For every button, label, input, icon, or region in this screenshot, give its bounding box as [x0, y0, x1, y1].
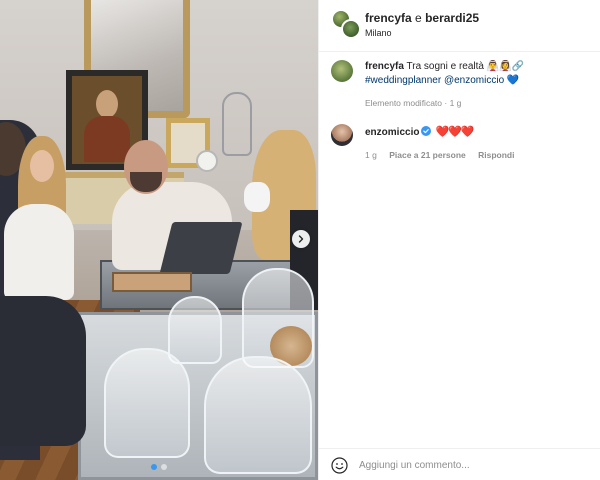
caption-text: frencyfa Tra sogni e realtà 👰‍♂️👰‍♀️🔗 #w… [365, 60, 587, 88]
post-side-panel: frencyfa e berardi25 Milano frencyfa Tra… [318, 0, 600, 480]
photo-laptop [159, 222, 243, 274]
mention-link[interactable]: @enzomiccio [444, 75, 504, 86]
hashtag-link[interactable]: #weddingplanner [365, 75, 441, 86]
post-authors: frencyfa e berardi25 [365, 11, 479, 25]
author-link[interactable]: frencyfa [365, 11, 412, 25]
verified-badge-icon [421, 126, 432, 136]
comment-meta: 1 g Piace a 21 persone Rispondi [365, 150, 524, 160]
reply-button[interactable]: Rispondi [478, 150, 514, 160]
location-link[interactable]: Milano [365, 28, 392, 38]
chevron-right-icon [298, 235, 304, 243]
carousel-dot-active [151, 464, 157, 470]
portrait-body [84, 116, 130, 162]
avatar[interactable] [331, 124, 353, 146]
photo-woman-face [30, 150, 54, 182]
comment-text: enzomiccio ❤️❤️❤️ [365, 125, 587, 140]
comment-likes-link[interactable]: Piace a 21 persone [389, 150, 466, 160]
post-header: frencyfa e berardi25 Milano [319, 0, 600, 52]
carousel-next-button[interactable] [292, 230, 310, 248]
avatar[interactable] [331, 60, 353, 82]
carousel-dot [161, 464, 167, 470]
photo-sconce [222, 92, 252, 156]
photo-lamp [196, 150, 218, 172]
photo-notebook [112, 272, 192, 292]
comment-time: 1 g [365, 150, 377, 160]
comment-body: ❤️❤️❤️ [435, 126, 474, 138]
caption-username[interactable]: frencyfa [365, 61, 404, 72]
caption-body: Tra sogni e realtà 👰‍♂️👰‍♀️🔗 [406, 61, 525, 72]
photo-glass-jar [104, 348, 190, 458]
post-photo[interactable] [0, 0, 318, 480]
photo-person-bottom-left [0, 296, 86, 446]
collab-avatars[interactable] [331, 9, 363, 41]
carousel-dots [0, 464, 318, 470]
comment-input[interactable] [359, 456, 589, 474]
portrait-face [96, 90, 118, 118]
author-link[interactable]: berardi25 [425, 11, 479, 25]
photo-face-mask [244, 182, 270, 212]
author-separator: e [415, 11, 422, 25]
comment-username[interactable]: enzomiccio [365, 127, 419, 138]
photo-glass-jar [168, 296, 222, 364]
caption-meta: Elemento modificato · 1 g [365, 98, 462, 108]
smiley-icon[interactable] [331, 457, 348, 474]
blue-heart-emoji: 💙 [506, 75, 520, 86]
photo-woman-sweater [4, 204, 74, 300]
avatar[interactable] [341, 19, 361, 39]
comment-composer [319, 448, 600, 480]
photo-glass-jar [204, 356, 312, 474]
